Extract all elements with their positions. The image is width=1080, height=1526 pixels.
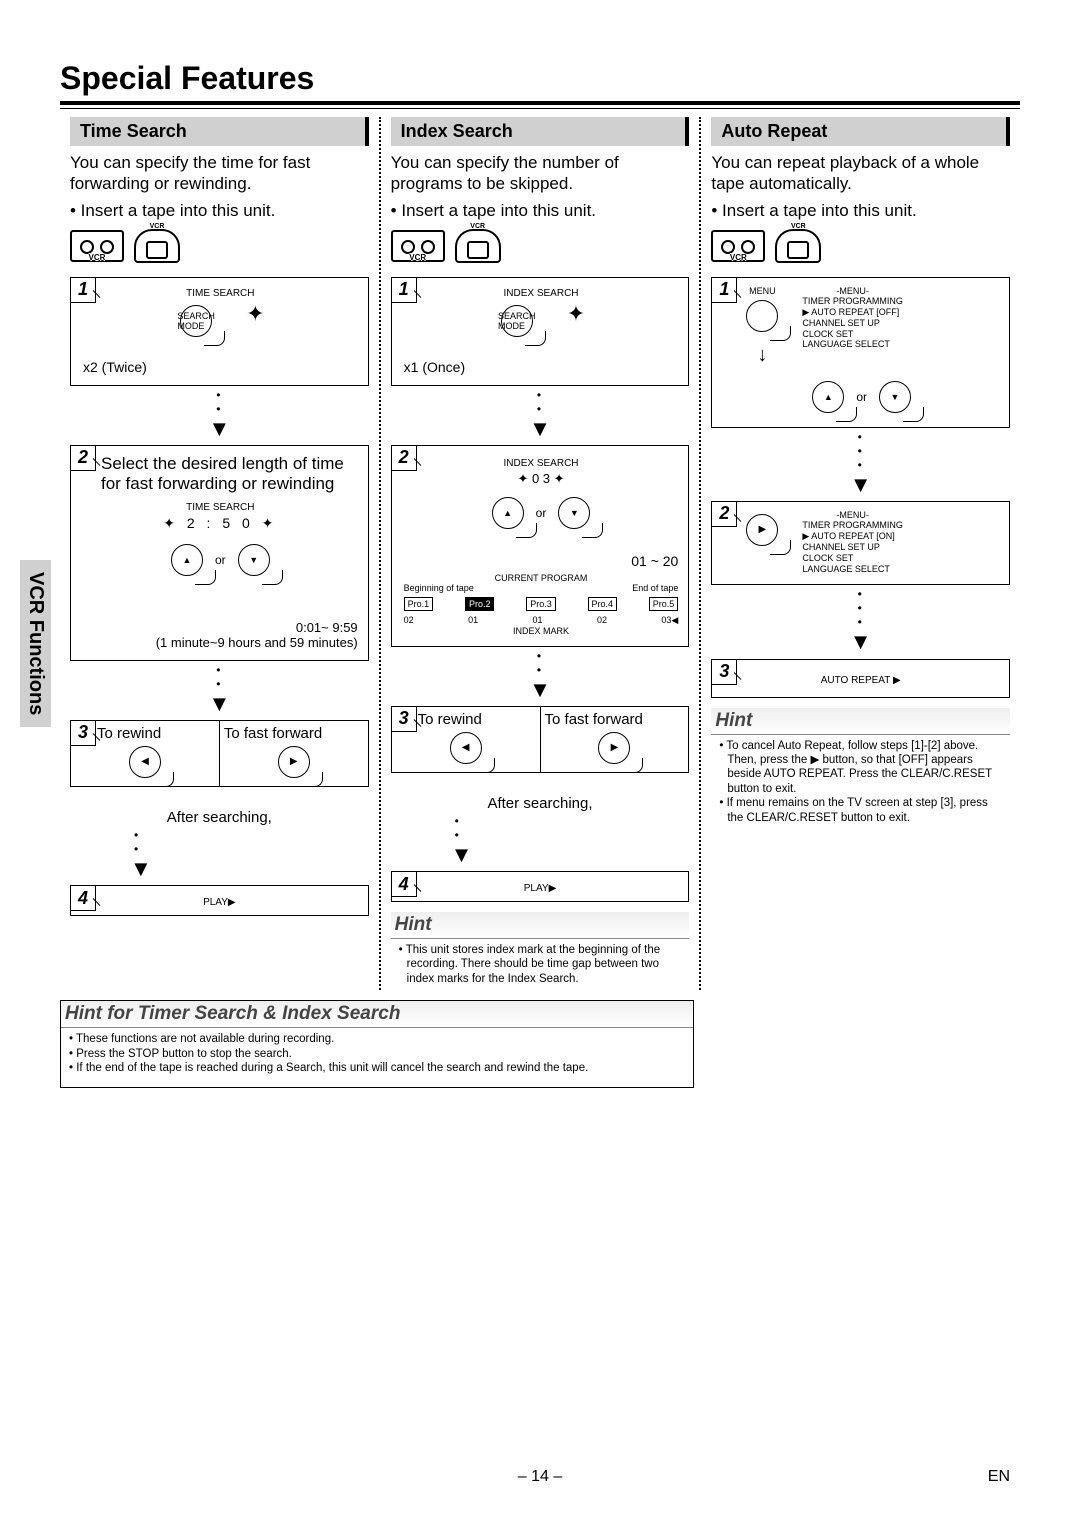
col1-intro: You can specify the time for fast forwar… [70, 152, 369, 195]
col2-header: Index Search [391, 117, 690, 146]
col2-step3: 3 To rewind ◀ To fast forward ▶ [391, 706, 690, 773]
col2-hint-header: Hint [391, 912, 690, 939]
bottom-hint-header: Hint for Timer Search & Index Search [61, 1001, 693, 1028]
lang-label: EN [988, 1468, 1010, 1486]
col1-step2: 2 Select the desired length of time for … [70, 445, 369, 661]
col-time-search: Time Search You can specify the time for… [60, 117, 379, 990]
arrow-down-icon: ▼ [391, 683, 690, 696]
cassette-icon: VCR [70, 230, 124, 262]
step-number: 1 [70, 277, 96, 303]
col3-hint-header: Hint [711, 708, 1010, 735]
step-number: 1 [391, 277, 417, 303]
arrow-down-icon: ▼ [711, 635, 1010, 648]
step-number: 2 [711, 501, 737, 527]
step-number: 3 [70, 720, 96, 746]
page-title: Special Features [60, 60, 1020, 97]
rewind-button-icon: ◀ [129, 746, 161, 778]
step-number: 2 [391, 445, 417, 471]
rewind-button-icon: ◀ [450, 732, 482, 764]
col1-step1: 1 TIME SEARCH SEARCH MODE ✦ x2 (Twice) [70, 277, 369, 386]
col2-hint-body: This unit stores index mark at the begin… [391, 939, 690, 990]
down-button-icon: ▼ [238, 544, 270, 576]
col3-intro: You can repeat playback of a whole tape … [711, 152, 1010, 195]
search-mode-button-icon: SEARCH MODE [180, 305, 212, 337]
remote-icon: VCR [455, 229, 501, 263]
down-button-icon: ▼ [879, 381, 911, 413]
col-auto-repeat: Auto Repeat You can repeat playback of a… [701, 117, 1020, 990]
step-number: 1 [711, 277, 737, 303]
arrow-down-icon: ▼ [451, 848, 690, 861]
arrow-down-icon: ▼ [70, 697, 369, 710]
search-mode-button-icon: SEARCH MODE [501, 305, 533, 337]
up-button-icon: ▲ [492, 497, 524, 529]
menu-display: -MENU- TIMER PROGRAMMING ▶ AUTO REPEAT [… [802, 510, 903, 575]
down-button-icon: ▼ [558, 497, 590, 529]
cassette-icon: VCR [391, 230, 445, 262]
step-number: 4 [70, 885, 96, 911]
program-row: Pro.1 Pro.2 Pro.3 Pro.4 Pro.5 [404, 597, 679, 611]
arrow-down-icon: ▼ [70, 422, 369, 435]
ffwd-button-icon: ▶ [278, 746, 310, 778]
col3-step1: 1 MENU ↓ -MENU- TIMER PROGRAMMING ▶ AUTO… [711, 277, 1010, 428]
up-button-icon: ▲ [812, 381, 844, 413]
remote-icon: VCR [775, 229, 821, 263]
ffwd-button-icon: ▶ [598, 732, 630, 764]
right-button-icon: ▶ [746, 514, 778, 546]
step2-text: Select the desired length of time for fa… [101, 454, 358, 494]
col2-intro: You can specify the number of programs t… [391, 152, 690, 195]
step-number: 2 [70, 445, 96, 471]
col2-bullet: • Insert a tape into this unit. [391, 201, 690, 221]
step1-label: TIME SEARCH [83, 288, 358, 299]
col2-step1: 1 INDEX SEARCH SEARCH MODE ✦ x1 (Once) [391, 277, 690, 386]
bottom-hint-body: These functions are not available during… [61, 1028, 693, 1079]
col2-step4: 4 PLAY▶ [391, 871, 690, 902]
col3-bullet: • Insert a tape into this unit. [711, 201, 1010, 221]
step1-note: x2 (Twice) [83, 359, 358, 375]
remote-icon: VCR [134, 229, 180, 263]
step-number: 4 [391, 871, 417, 897]
col3-header: Auto Repeat [711, 117, 1010, 146]
menu-display: -MENU- TIMER PROGRAMMING ▶ AUTO REPEAT [… [802, 286, 903, 351]
page-footer: – 14 – EN [0, 1468, 1080, 1486]
arrow-down-icon: ▼ [711, 478, 1010, 491]
arrow-down-icon: ▼ [130, 862, 369, 875]
arrow-down-icon: ▼ [391, 422, 690, 435]
col3-step2: 2 ▶ -MENU- TIMER PROGRAMMING ▶ AUTO REPE… [711, 501, 1010, 586]
col1-step4: 4 PLAY▶ [70, 885, 369, 916]
col1-bullet: • Insert a tape into this unit. [70, 201, 369, 221]
menu-button-icon [746, 300, 778, 332]
step-number: 3 [391, 706, 417, 732]
col-index-search: Index Search You can specify the number … [381, 117, 700, 990]
title-rule [60, 101, 1020, 109]
col3-step3: 3 AUTO REPEAT ▶ [711, 659, 1010, 698]
col1-step3: 3 To rewind ◀ To fast forward ▶ [70, 720, 369, 787]
page-number: – 14 – [518, 1468, 562, 1485]
step-number: 3 [711, 659, 737, 685]
bottom-hint-box: Hint for Timer Search & Index Search The… [60, 1000, 694, 1088]
up-button-icon: ▲ [171, 544, 203, 576]
col3-hint-body: To cancel Auto Repeat, follow steps [1]-… [711, 735, 1010, 829]
col2-step2: 2 INDEX SEARCH ✦ 0 3 ✦ ▲ or ▼ 01 ~ 20 CU… [391, 445, 690, 647]
cassette-icon: VCR [711, 230, 765, 262]
col1-header: Time Search [70, 117, 369, 146]
